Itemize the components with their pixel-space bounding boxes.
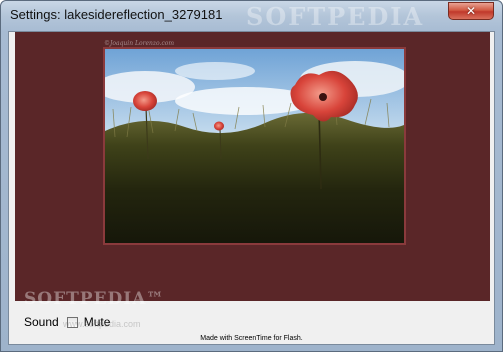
sound-label: Sound	[24, 315, 59, 329]
poppy-field-image	[105, 49, 404, 243]
window-title: Settings: lakesidereflection_3279181	[10, 7, 223, 22]
softpedia-watermark-title: SOFTPEDIA	[246, 2, 425, 31]
softpedia-watermark: SOFTPEDIA™	[24, 289, 165, 309]
client-area: ©Joaquin Lorenzo.com SOFTPEDIA™ Sound Mu…	[8, 31, 495, 345]
settings-window: Settings: lakesidereflection_3279181 SOF…	[0, 0, 503, 352]
screentime-credit: Made with ScreenTime for Flash.	[200, 335, 303, 342]
close-button[interactable]: ✕	[448, 2, 494, 20]
softpedia-url-watermark: www.softpedia.com	[63, 319, 141, 329]
screensaver-preview-image	[103, 47, 406, 245]
photo-credit: ©Joaquin Lorenzo.com	[104, 40, 175, 47]
preview-stage: ©Joaquin Lorenzo.com SOFTPEDIA™	[15, 32, 490, 309]
title-bar[interactable]: Settings: lakesidereflection_3279181 SOF…	[1, 1, 502, 31]
close-icon: ✕	[465, 4, 477, 18]
